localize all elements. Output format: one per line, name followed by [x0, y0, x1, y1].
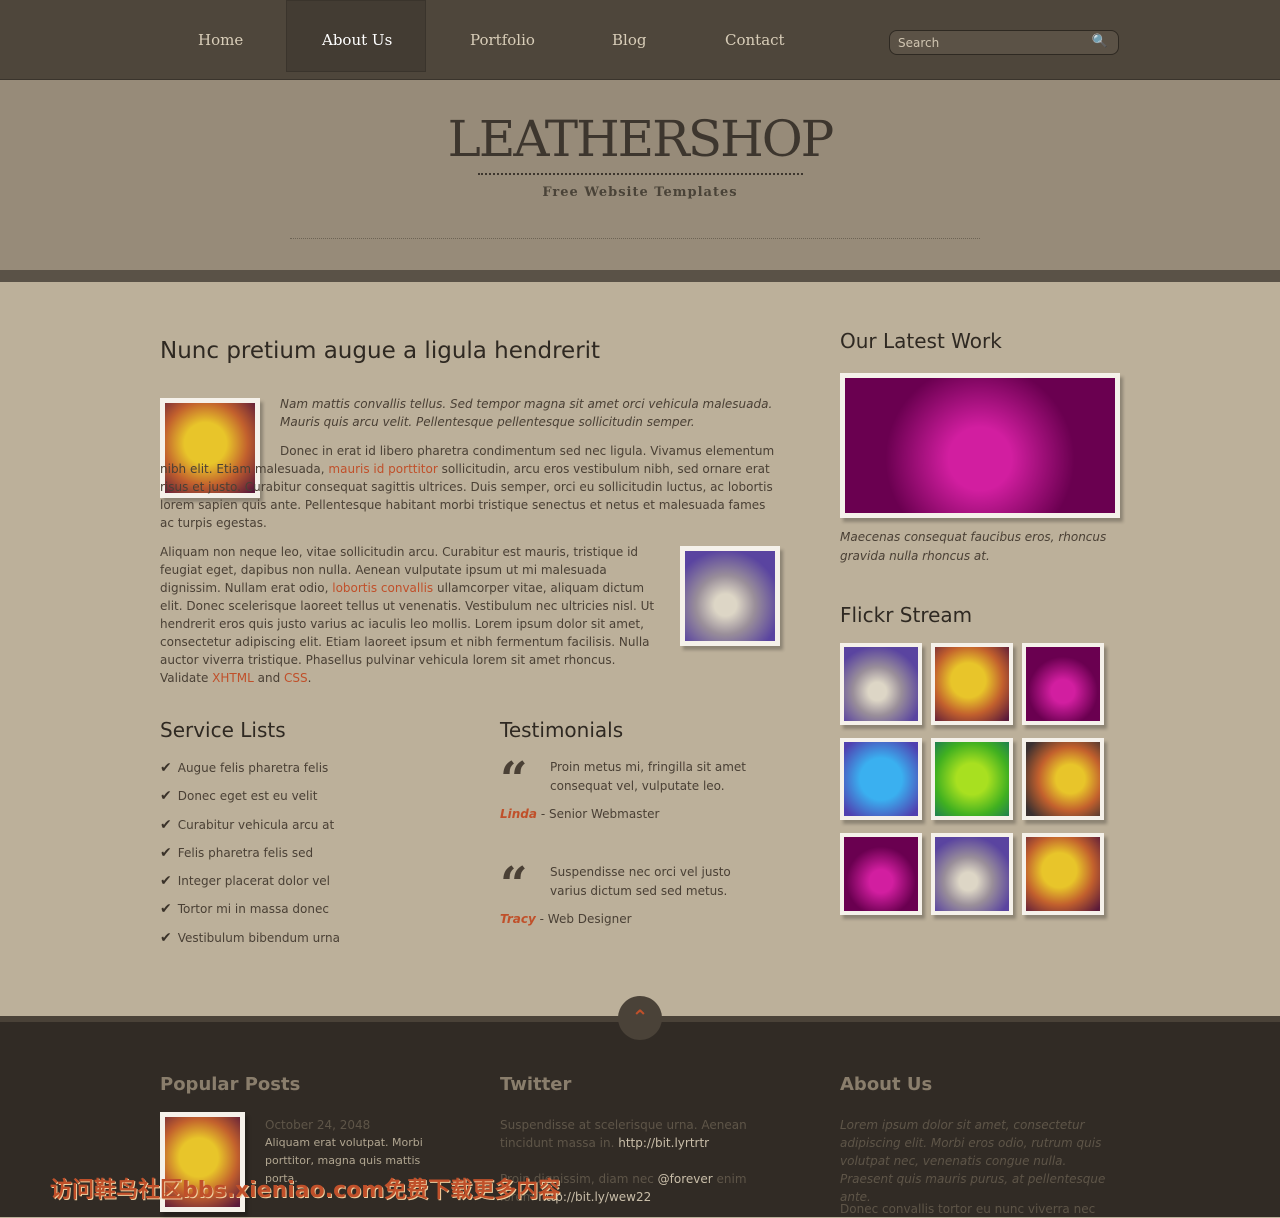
tweet-mention[interactable]: @forever [658, 1172, 713, 1186]
link-mauris[interactable]: mauris id porttitor [328, 462, 437, 476]
flickr-thumb[interactable] [1022, 738, 1104, 820]
flickr-thumb[interactable] [1022, 833, 1104, 915]
list-item: ✔ Augue felis pharetra felis [160, 760, 329, 776]
list-item: ✔ Donec eget est eu velit [160, 788, 318, 805]
chevron-up-icon: ⌃ [631, 1005, 649, 1029]
top-nav: Home About Us Portfolio Blog Contact Sea… [0, 0, 1280, 80]
flickr-thumb[interactable] [1022, 643, 1104, 725]
list-item: ✔ Curabitur vehicula arcu at [160, 816, 335, 833]
service-list: ✔ Augue felis pharetra felis ✔ Donec eget … [160, 760, 340, 958]
article-paragraph-2: Aliquam non neque leo, vitae sollicitudi… [160, 545, 655, 685]
check-icon: ✔ [160, 816, 172, 833]
services-title: Service Lists [160, 718, 286, 742]
latest-work-title: Our Latest Work [840, 329, 1002, 353]
nav-blog[interactable]: Blog [612, 31, 646, 49]
logo-divider [478, 173, 803, 175]
list-item: ✔ Integer placerat dolor vel [160, 873, 331, 890]
watermark: 访问鞋鸟社区bbs.xieniao.com免费下载更多内容 [50, 1178, 561, 1203]
logo[interactable]: LEATHERSHOP [0, 110, 1280, 168]
check-icon: ✔ [160, 929, 172, 946]
flickr-thumb[interactable] [931, 738, 1013, 820]
tweet: Suspendisse at scelerisque urna. Aenean … [500, 1118, 747, 1150]
author-link[interactable]: Linda [500, 807, 537, 821]
latest-work-caption: Maecenas consequat faucibus eros, rhoncu… [840, 530, 1107, 563]
nav-home[interactable]: Home [198, 31, 243, 49]
about-text-2: Donec convallis tortor eu nunc viverra n… [840, 1202, 1096, 1216]
testimonial-text: Proin metus mi, fringilla sit amet conse… [550, 760, 747, 793]
link-xhtml[interactable]: XHTML [212, 671, 254, 685]
link-css[interactable]: CSS [284, 671, 308, 685]
author-link[interactable]: Tracy [500, 912, 536, 926]
check-icon: ✔ [160, 788, 172, 805]
testimonial-text: Suspendisse nec orci vel justo varius di… [550, 865, 731, 898]
flickr-thumb[interactable] [931, 643, 1013, 725]
flickr-thumb[interactable] [931, 833, 1013, 915]
latest-work-image[interactable] [840, 373, 1120, 518]
list-item: ✔ Felis pharetra felis sed [160, 844, 314, 861]
search-icon[interactable]: 🔍 [1092, 34, 1108, 49]
quote-icon: “ [500, 752, 528, 808]
nav-about-us[interactable]: About Us [322, 31, 392, 49]
check-icon: ✔ [160, 844, 172, 861]
flickr-title: Flickr Stream [840, 603, 973, 627]
check-icon: ✔ [160, 760, 172, 776]
list-item: ✔ Vestibulum bibendum urna [160, 929, 340, 946]
article-image-2 [680, 546, 780, 646]
testimonial-author: Linda - Senior Webmaster [500, 807, 660, 821]
about-title: About Us [840, 1074, 933, 1095]
twitter-title: Twitter [500, 1074, 572, 1095]
testimonial-author: Tracy - Web Designer [500, 912, 632, 926]
search-placeholder: Search [898, 36, 940, 50]
post-date: October 24, 2048 [265, 1118, 371, 1132]
flickr-thumb[interactable] [840, 738, 922, 820]
about-text: Lorem ipsum dolor sit amet, consectetur … [840, 1118, 1106, 1204]
header-divider [290, 238, 980, 239]
check-icon: ✔ [160, 901, 172, 918]
tagline: Free Website Templates [542, 185, 738, 200]
nav-contact[interactable]: Contact [725, 31, 785, 49]
link-lobortis[interactable]: lobortis convallis [332, 581, 433, 595]
flickr-thumb[interactable] [840, 833, 922, 915]
nav-portfolio[interactable]: Portfolio [470, 31, 535, 49]
search-input[interactable]: Search 🔍 [889, 30, 1119, 55]
article-paragraph-1: Donec in erat id libero pharetra condime… [160, 444, 775, 530]
header: LEATHERSHOP Free Website Templates [0, 80, 1280, 282]
check-icon: ✔ [160, 873, 172, 890]
flickr-thumb[interactable] [840, 643, 922, 725]
quote-icon: “ [500, 857, 528, 913]
page-title: Nunc pretium augue a ligula hendrerit [160, 338, 601, 364]
testimonials-title: Testimonials [500, 718, 624, 742]
back-to-top-button[interactable]: ⌃ [618, 996, 662, 1040]
popular-posts-title: Popular Posts [160, 1074, 301, 1095]
tweet-link[interactable]: http://bit.lyrtrtr [618, 1136, 709, 1150]
article-intro: Nam mattis convallis tellus. Sed tempor … [280, 397, 773, 429]
list-item: ✔ Tortor mi in massa donec [160, 901, 329, 918]
